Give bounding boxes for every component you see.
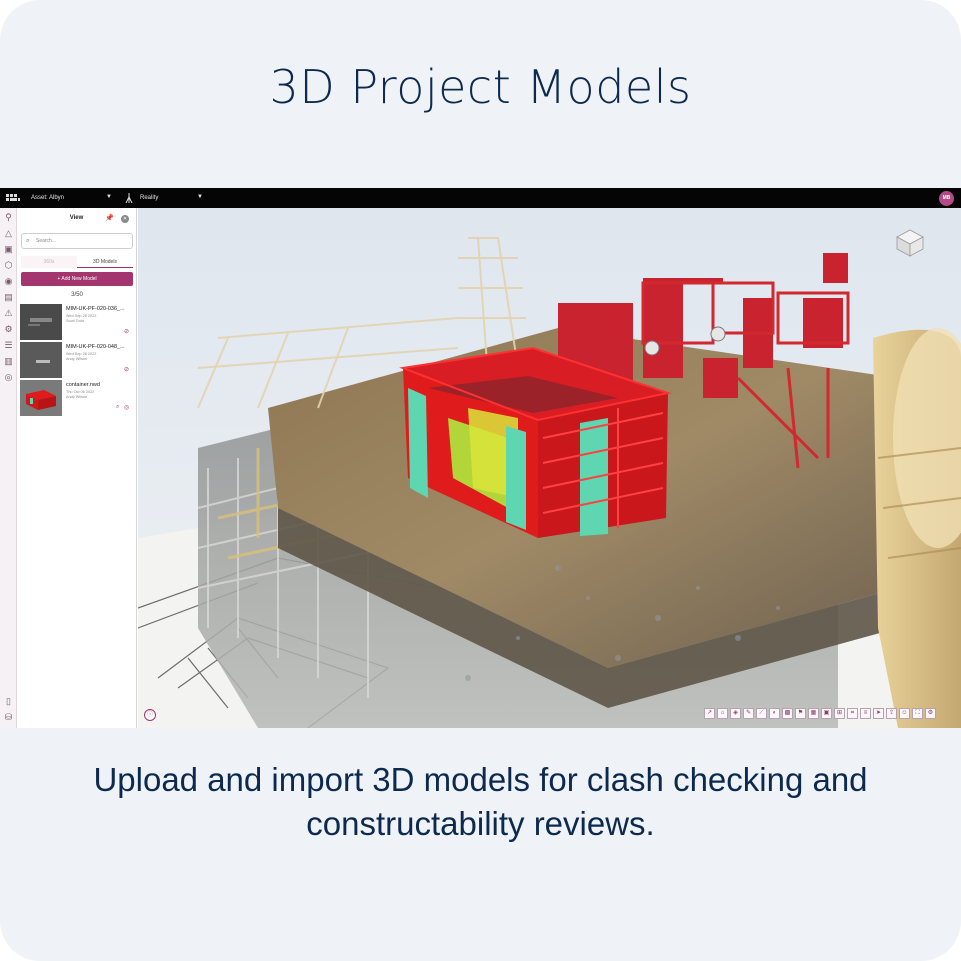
model-date: Wed Sep 28 2022 xyxy=(66,352,97,356)
app-logo-icon[interactable] xyxy=(6,194,20,202)
location-pin-icon[interactable]: ⚲ xyxy=(3,212,14,223)
reality-selector[interactable]: Reality xyxy=(140,195,158,201)
view-panel: View 📌 ✕ ⌕ Search... 360s 3D Models + Ad… xyxy=(17,208,137,728)
list-item[interactable]: MIM-UK-PF-020-048_... Wed Sep 28 2022 An… xyxy=(20,342,134,378)
user-icon[interactable]: ☺ xyxy=(899,708,910,719)
section-icon[interactable]: ⊞ xyxy=(834,708,845,719)
image-icon[interactable]: ▣ xyxy=(821,708,832,719)
search-placeholder: Search... xyxy=(36,238,57,244)
search-input[interactable]: ⌕ Search... xyxy=(21,233,133,249)
cube-icon[interactable]: ▩ xyxy=(782,708,793,719)
app-screenshot: Asset: Albyn ▼ Reality ▼ MB ⚲ △ ▣ ⬡ ◉ ▤ … xyxy=(0,188,961,728)
settings-icon[interactable]: ◎ xyxy=(3,372,14,383)
model-date: Thu Oct 06 2022 xyxy=(66,390,95,394)
panel-title: View xyxy=(69,215,84,221)
document-icon[interactable]: ▤ xyxy=(3,292,14,303)
add-new-model-button[interactable]: + Add New Model xyxy=(21,272,133,286)
share-icon[interactable]: ⇪ xyxy=(886,708,897,719)
left-tool-rail: ⚲ △ ▣ ⬡ ◉ ▤ ⚠ ⚙ ☰ ▥ ◎ ▯ ⛁ xyxy=(0,208,17,728)
info-icon[interactable]: ⓘ xyxy=(144,709,156,721)
measure-icon[interactable]: △ xyxy=(3,228,14,239)
view-cube-icon[interactable] xyxy=(895,228,925,258)
model-date: Wed Sep 28 2022 xyxy=(66,314,97,318)
panel-tabs: 360s 3D Models xyxy=(21,256,133,268)
model-name: MIM-UK-PF-020-048_... xyxy=(66,344,125,350)
warning-icon[interactable]: ⚠ xyxy=(3,308,14,319)
model-name: container.nwd xyxy=(66,382,100,388)
cube-icon[interactable]: ⬡ xyxy=(3,260,14,271)
model-thumbnail xyxy=(20,304,62,340)
layers-icon[interactable]: ≡ xyxy=(860,708,871,719)
chevron-down-icon[interactable]: ▼ xyxy=(106,194,112,200)
measure-icon[interactable]: ↗ xyxy=(704,708,715,719)
eye-icon[interactable]: ◎ xyxy=(124,404,129,411)
database-icon[interactable]: ⛁ xyxy=(3,712,14,723)
tab-360s[interactable]: 360s xyxy=(21,256,77,268)
cursor-icon[interactable]: ➤ xyxy=(873,708,884,719)
list-item[interactable]: MIM-UK-PF-020-036_... Wed Sep 28 2022 Sc… xyxy=(20,304,134,340)
model-author: Andy Wilson xyxy=(66,395,88,399)
feature-card: 3D Project Models Asset: Albyn ▼ Reality… xyxy=(0,0,961,961)
asset-selector[interactable]: Asset: Albyn xyxy=(31,195,64,201)
user-avatar[interactable]: MB xyxy=(939,191,954,206)
marker-icon[interactable]: ◈ xyxy=(730,708,741,719)
grid-icon[interactable]: ▦ xyxy=(808,708,819,719)
pencil-icon[interactable]: ✎ xyxy=(743,708,754,719)
chart-icon[interactable]: ▥ xyxy=(3,356,14,367)
ruler-icon[interactable]: ⟋ xyxy=(756,708,767,719)
home-icon[interactable]: ⌂ xyxy=(717,708,728,719)
tripod-icon xyxy=(125,193,133,203)
zoom-icon[interactable]: ⌕ xyxy=(116,404,119,411)
headline: 3D Project Models xyxy=(269,60,692,114)
walk-icon[interactable]: ⚑ xyxy=(795,708,806,719)
gear-icon[interactable]: ⚙ xyxy=(3,324,14,335)
model-author: Andy Wilson xyxy=(66,357,88,361)
tab-3d-models[interactable]: 3D Models xyxy=(77,256,133,268)
list-icon[interactable]: ☰ xyxy=(3,340,14,351)
layout-icon[interactable]: ▯ xyxy=(3,696,14,707)
eye-off-icon[interactable]: ⊘ xyxy=(124,328,129,335)
model-count: 3/50 xyxy=(71,292,83,298)
3d-viewport[interactable] xyxy=(138,208,961,728)
settings-icon[interactable]: ⚙ xyxy=(925,708,936,719)
fullscreen-icon[interactable]: ⛶ xyxy=(912,708,923,719)
search-icon: ⌕ xyxy=(26,238,30,244)
caption: Upload and import 3D models for clash ch… xyxy=(93,761,868,842)
point-cloud-scene xyxy=(138,208,961,728)
image-icon[interactable]: ▣ xyxy=(3,244,14,255)
model-thumbnail xyxy=(20,380,62,416)
eye-icon[interactable]: ◉ xyxy=(3,276,14,287)
close-icon[interactable]: ✕ xyxy=(121,215,129,223)
chevron-down-icon[interactable]: ▼ xyxy=(197,194,203,200)
camera-icon[interactable]: ◐ xyxy=(769,708,780,719)
top-bar: Asset: Albyn ▼ Reality ▼ MB xyxy=(0,188,961,208)
pin-icon[interactable]: 📌 xyxy=(105,214,114,222)
eye-off-icon[interactable]: ⊘ xyxy=(124,366,129,373)
model-name: MIM-UK-PF-020-036_... xyxy=(66,306,125,312)
model-thumbnail xyxy=(20,342,62,378)
model-author: Scott Todd xyxy=(66,319,84,323)
crop-icon[interactable]: ⌗ xyxy=(847,708,858,719)
list-item[interactable]: container.nwd Thu Oct 06 2022 Andy Wilso… xyxy=(20,380,134,416)
